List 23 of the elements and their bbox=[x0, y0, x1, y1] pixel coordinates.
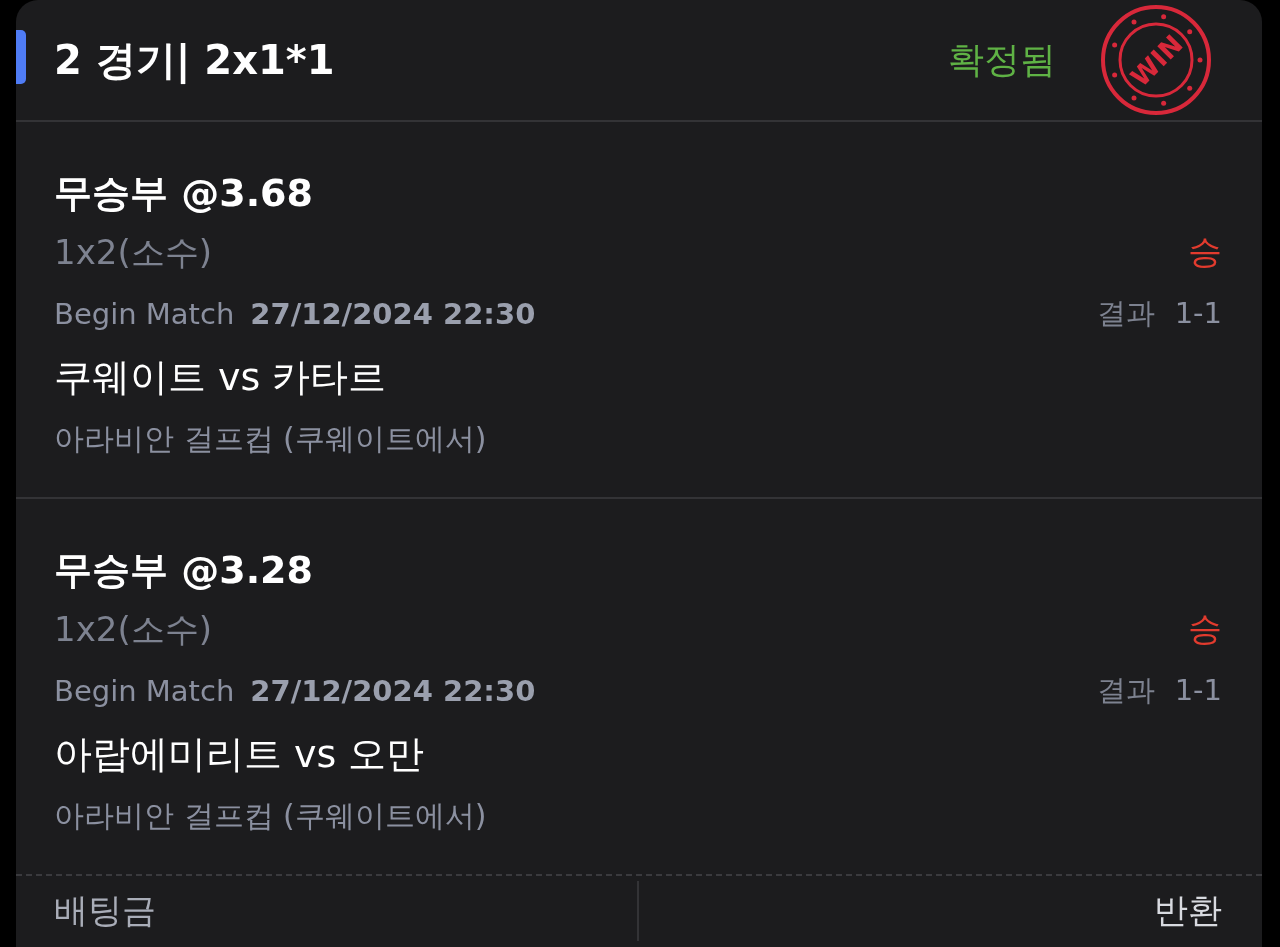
begin-label: Begin Match bbox=[54, 673, 235, 708]
accent-bar bbox=[16, 30, 26, 84]
result-score: 1-1 bbox=[1174, 672, 1222, 707]
pick-odds: 무승부 @3.28 bbox=[54, 547, 314, 594]
match-teams: 아랍에미리트 vs 오만 bbox=[54, 731, 426, 778]
pick-odds: 무승부 @3.68 bbox=[54, 170, 314, 217]
outcome-label: 승 bbox=[1188, 607, 1222, 650]
match-teams: 쿠웨이트 vs 카타르 bbox=[54, 354, 388, 401]
begin-label: Begin Match bbox=[54, 296, 235, 331]
return-label: 반환 bbox=[1154, 890, 1222, 930]
stake-label: 배팅금 bbox=[54, 889, 156, 932]
result-label: 결과 bbox=[1096, 672, 1155, 707]
result-score: 1-1 bbox=[1174, 295, 1222, 330]
match-datetime: 27/12/2024 22:30 bbox=[250, 673, 536, 708]
result-label: 결과 bbox=[1096, 295, 1155, 330]
match-datetime: 27/12/2024 22:30 bbox=[250, 296, 536, 331]
status-label: 확정됨 bbox=[948, 37, 1056, 82]
outcome-label: 승 bbox=[1188, 230, 1222, 273]
bet-title: 2 경기| 2x1*1 bbox=[54, 35, 336, 86]
league-name: 아라비안 걸프컵 (쿠웨이트에서) bbox=[54, 420, 488, 458]
market-name: 1x2(소수) bbox=[54, 608, 212, 651]
market-name: 1x2(소수) bbox=[54, 231, 212, 274]
league-name: 아라비안 걸프컵 (쿠웨이트에서) bbox=[54, 797, 488, 835]
